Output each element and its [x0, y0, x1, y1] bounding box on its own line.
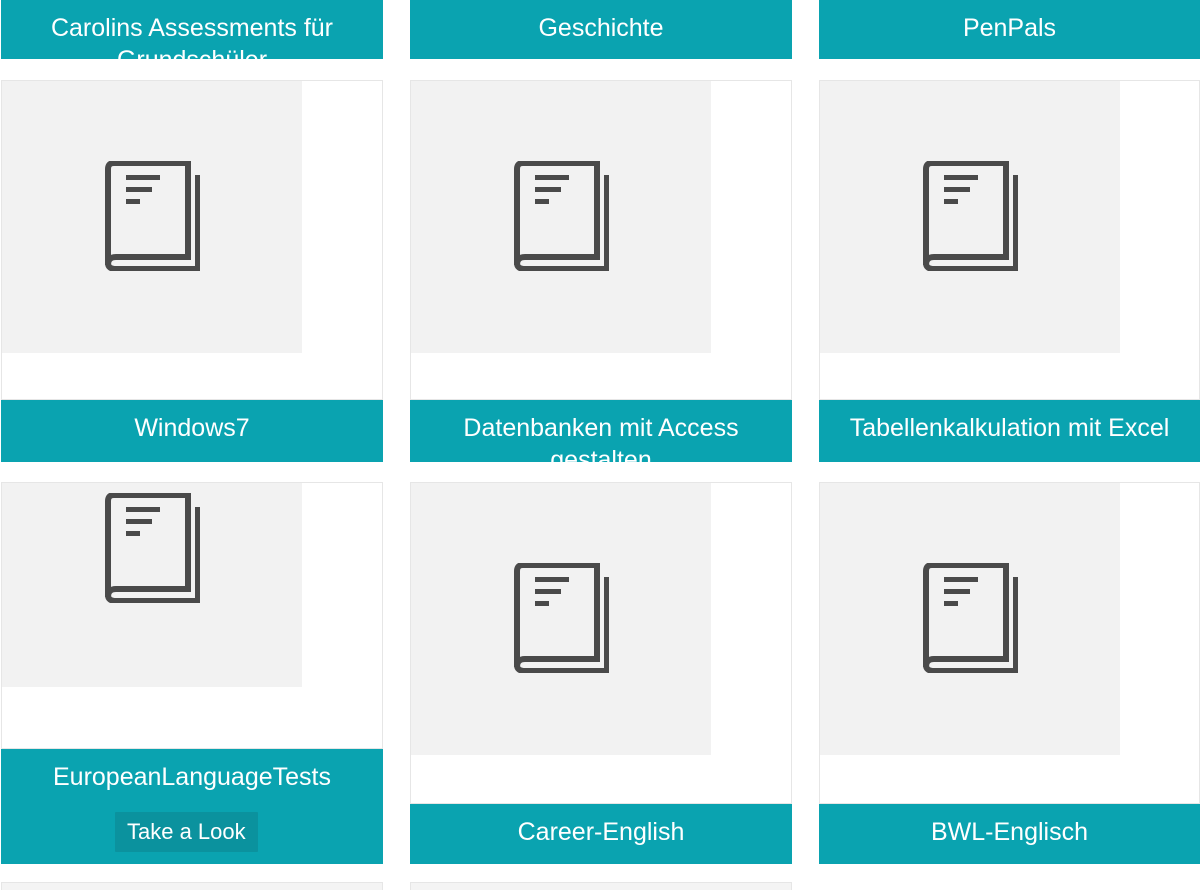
course-title-windows7[interactable]: Windows7: [1, 400, 383, 462]
course-title-text: EuropeanLanguageTests: [52, 763, 331, 791]
course-title-bwl-englisch[interactable]: BWL-Englisch: [819, 804, 1200, 864]
book-icon: [923, 563, 1018, 673]
course-title-excel[interactable]: Tabellenkalkulation mit Excel: [819, 400, 1200, 462]
book-icon: [514, 161, 609, 271]
book-icon: [514, 563, 609, 673]
course-card-europeanlanguagetests[interactable]: [1, 482, 383, 749]
book-icon: [923, 161, 1018, 271]
take-a-look-button[interactable]: Take a Look: [115, 812, 258, 852]
course-title-text: Geschichte: [538, 14, 664, 42]
course-title-geschichte[interactable]: Geschichte: [410, 0, 792, 59]
course-title-text: Carolins Assessments für Grundschüler: [50, 14, 334, 59]
next-course-card[interactable]: [1, 882, 383, 890]
next-course-card[interactable]: [410, 882, 792, 890]
course-card-career-english[interactable]: [410, 482, 792, 804]
course-title-career-english[interactable]: Career-English: [410, 804, 792, 864]
book-icon: [105, 161, 200, 271]
course-card-bwl-englisch[interactable]: [819, 482, 1200, 804]
course-title-text: Tabellenkalkulation mit Excel: [849, 414, 1170, 442]
course-title-text: BWL-Englisch: [931, 818, 1088, 846]
course-title-text: Windows7: [134, 414, 250, 442]
course-card-access[interactable]: [410, 80, 792, 400]
course-title-penpals[interactable]: PenPals: [819, 0, 1200, 59]
course-title-text: PenPals: [962, 14, 1057, 42]
course-card-excel[interactable]: [819, 80, 1200, 400]
book-icon: [105, 493, 200, 603]
course-title-access[interactable]: Datenbanken mit Access gestalten: [410, 400, 792, 462]
course-grid-page: Carolins Assessments für Grundschüler Ge…: [0, 0, 1200, 890]
course-title-text: Career-English: [517, 818, 685, 846]
course-title-carolins[interactable]: Carolins Assessments für Grundschüler: [1, 0, 383, 59]
course-title-text: Datenbanken mit Access gestalten: [463, 414, 739, 462]
course-card-windows7[interactable]: [1, 80, 383, 400]
